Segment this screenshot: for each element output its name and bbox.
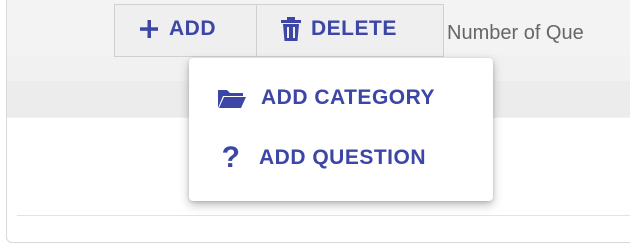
menu-item-add-category[interactable]: ADD CATEGORY — [189, 68, 493, 128]
question-mark-icon: ? — [221, 141, 241, 174]
menu-item-add-question[interactable]: ? ADD QUESTION — [189, 128, 493, 188]
folder-open-icon — [217, 87, 247, 109]
column-header-number-of-questions[interactable]: Number of Que — [447, 22, 584, 45]
add-dropdown-menu: ADD CATEGORY ? ADD QUESTION — [189, 58, 493, 201]
add-button-label: ADD — [169, 16, 216, 40]
delete-button-label: DELETE — [311, 16, 397, 40]
delete-button[interactable]: DELETE — [256, 4, 444, 57]
divider — [17, 215, 630, 216]
menu-item-label: ADD CATEGORY — [261, 86, 435, 109]
menu-item-label: ADD QUESTION — [259, 146, 427, 169]
plus-icon — [139, 19, 159, 39]
trash-icon — [281, 16, 301, 41]
add-button[interactable]: ADD — [114, 4, 257, 57]
